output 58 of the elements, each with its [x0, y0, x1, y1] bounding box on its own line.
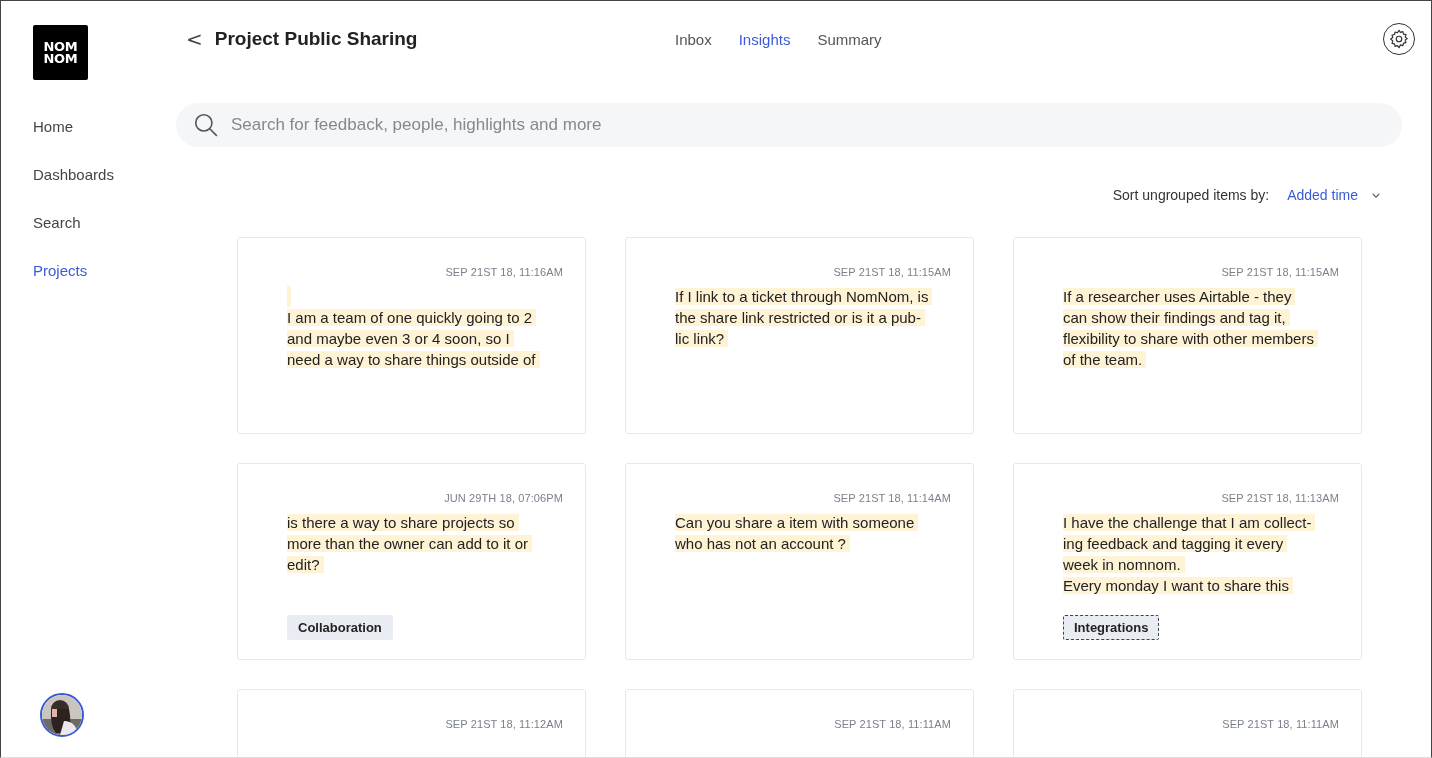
highlighted-text: edit?: [287, 556, 324, 573]
tab[interactable]: Inbox: [675, 30, 712, 48]
highlighted-text: ing feedback and tagging it every: [1063, 535, 1288, 552]
highlighted-text: more than the owner can add to it or: [287, 535, 532, 552]
tag[interactable]: Integrations: [1063, 615, 1160, 640]
highlighted-text: Can you share a item with someone: [675, 514, 919, 531]
tab[interactable]: Summary: [817, 30, 882, 48]
highlighted-text: If a researcher uses Airtable - they: [1063, 288, 1296, 305]
page-title: Project Public Sharing: [214, 28, 418, 50]
sidebar-item[interactable]: Home: [33, 116, 73, 138]
sidebar-item[interactable]: Projects: [33, 260, 88, 282]
feedback-card[interactable]: SEP 21ST 18, 11:11AM: [625, 689, 974, 757]
settings-button[interactable]: [1383, 23, 1415, 55]
feedback-card[interactable]: SEP 21ST 18, 11:16AM I am a team of one quickly going to 2 and maybe even 3 or 4 soon, so I need a way to share things outside of: [237, 237, 586, 434]
search-field[interactable]: Search for feedback, people, highlights and more: [176, 103, 1402, 147]
highlighted-text: who has not an account ?: [675, 535, 850, 552]
sidebar-item[interactable]: Search: [33, 212, 81, 234]
sort-label: Sort ungrouped items by:: [1112, 187, 1270, 203]
timestamp: SEP 21ST 18, 11:11AM: [833, 718, 951, 730]
tag[interactable]: Collaboration: [287, 615, 393, 640]
timestamp: SEP 21ST 18, 11:12AM: [444, 718, 563, 730]
avatar[interactable]: [40, 693, 84, 737]
highlighted-text: can show their findings and tag it,: [1063, 309, 1290, 326]
highlighted-text: lic link?: [675, 330, 729, 347]
timestamp: JUN 29TH 18, 07:06PM: [443, 492, 563, 504]
tab[interactable]: Insights: [738, 30, 791, 48]
feedback-card[interactable]: JUN 29TH 18, 07:06PM is there a way to share projects so more than the owner can add to it or edit? Collaboration: [237, 463, 586, 660]
settings-icon: [1388, 28, 1410, 50]
highlighted-text: If I link to a ticket through NomNom, is: [675, 288, 933, 305]
highlighted-text: of the team.: [1063, 351, 1147, 368]
feedback-card[interactable]: SEP 21ST 18, 11:13AM I have the challenge that I am collect- ing feedback and tagging it every week in nomnom. Every monday I want to share this Integrations: [1013, 463, 1362, 660]
highlighted-text: I am a team of one quickly going to 2: [287, 309, 537, 326]
feedback-card[interactable]: SEP 21ST 18, 11:12AM: [237, 689, 586, 757]
timestamp: SEP 21ST 18, 11:16AM: [444, 266, 563, 278]
highlighted-text: and maybe even 3 or 4 soon, so I: [287, 330, 514, 347]
sort-dropdown[interactable]: Added time: [1287, 187, 1380, 203]
feedback-card[interactable]: SEP 21ST 18, 11:15AM If a researcher uses Airtable - they can show their findings and tag it, flexibility to share with other members of the team.: [1013, 237, 1362, 434]
highlighted-text: I have the challenge that I am collect-: [1063, 514, 1316, 531]
feedback-card[interactable]: SEP 21ST 18, 11:14AM Can you share a item with someone who has not an account ?: [625, 463, 974, 660]
highlighted-text: Every monday I want to share this: [1063, 577, 1293, 594]
highlighted-text: flexibility to share with other members: [1063, 330, 1318, 347]
logo[interactable]: NOM NOM: [33, 25, 88, 80]
timestamp: SEP 21ST 18, 11:14AM: [832, 492, 951, 504]
highlighted-text: week in nomnom.: [1063, 556, 1185, 573]
feedback-card[interactable]: SEP 21ST 18, 11:11AM: [1013, 689, 1362, 757]
caret-icon: [1372, 192, 1380, 198]
timestamp: SEP 21ST 18, 11:15AM: [832, 266, 951, 278]
sidebar-item[interactable]: Dashboards: [33, 164, 114, 186]
highlighted-text: is there a way to share projects so: [287, 514, 519, 531]
highlighted-text: need a way to share things outside of: [287, 351, 540, 368]
highlighted-text: the share link restricted or is it a pub-: [675, 309, 925, 326]
timestamp: SEP 21ST 18, 11:15AM: [1220, 266, 1339, 278]
timestamp: SEP 21ST 18, 11:13AM: [1220, 492, 1339, 504]
search-input[interactable]: Search for feedback, people, highlights and more: [229, 114, 1402, 136]
back-button[interactable]: <: [184, 27, 205, 51]
search-icon: [193, 112, 219, 138]
timestamp: SEP 21ST 18, 11:11AM: [1221, 718, 1339, 730]
feedback-card[interactable]: SEP 21ST 18, 11:15AM If I link to a ticket through NomNom, is the share link restricted or is it a pub- lic link?: [625, 237, 974, 434]
